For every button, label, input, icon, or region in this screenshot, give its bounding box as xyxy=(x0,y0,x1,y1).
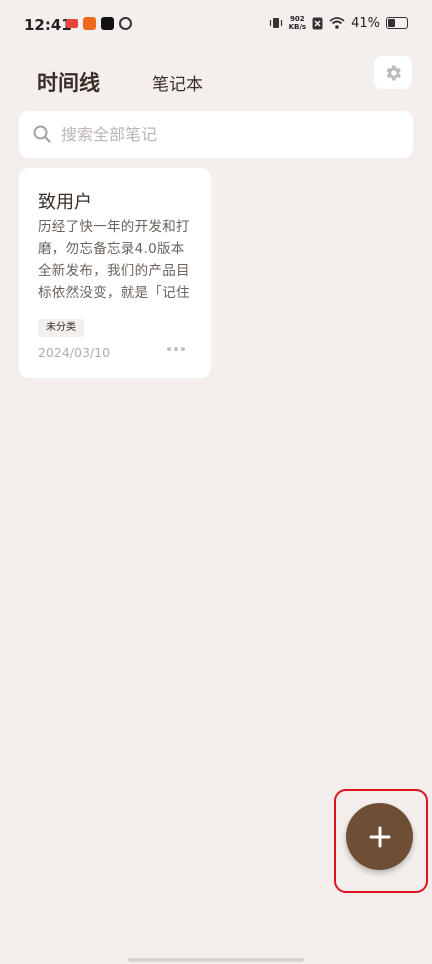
link-icon xyxy=(119,17,132,30)
battery-percent: 41% xyxy=(351,15,380,31)
add-note-button[interactable] xyxy=(346,803,413,870)
settings-button[interactable] xyxy=(374,56,412,89)
taobao-icon xyxy=(83,17,96,30)
search-bar[interactable] xyxy=(19,111,413,158)
note-date: 2024/03/10 xyxy=(38,345,111,360)
status-time: 12:41 xyxy=(24,16,72,34)
top-tabs: 时间线 笔记本 xyxy=(0,52,432,104)
no-sim-icon xyxy=(312,17,323,29)
battery-icon xyxy=(386,17,408,29)
app-notification-icon xyxy=(66,19,78,28)
more-options-icon[interactable] xyxy=(167,342,189,356)
note-title: 致用户 xyxy=(38,192,92,213)
note-category-tag: 未分类 xyxy=(38,319,84,337)
search-icon xyxy=(33,125,51,143)
status-right: 902 KB/s 41% xyxy=(269,15,408,31)
plus-icon xyxy=(369,826,390,847)
notification-icons xyxy=(66,17,132,30)
wifi-icon xyxy=(329,17,345,29)
home-indicator[interactable] xyxy=(128,958,304,962)
net-speed-value: 902 xyxy=(290,15,305,23)
tab-notebook[interactable]: 笔记本 xyxy=(152,70,203,95)
status-bar: 12:41 902 KB/s 41% xyxy=(0,0,432,50)
gear-icon xyxy=(386,65,401,80)
vibrate-icon xyxy=(269,18,282,28)
tab-timeline[interactable]: 时间线 xyxy=(37,67,100,97)
note-card[interactable]: 致用户 历经了快一年的开发和打磨，勿忘备忘录4.0版本全新发布，我们的产品目标依… xyxy=(19,168,211,378)
search-input[interactable] xyxy=(61,123,391,145)
net-speed-unit: KB/s xyxy=(288,23,307,31)
note-preview: 历经了快一年的开发和打磨，勿忘备忘录4.0版本全新发布，我们的产品目标依然没变，… xyxy=(38,219,190,301)
tiktok-icon xyxy=(101,17,114,30)
net-speed: 902 KB/s xyxy=(289,15,306,31)
